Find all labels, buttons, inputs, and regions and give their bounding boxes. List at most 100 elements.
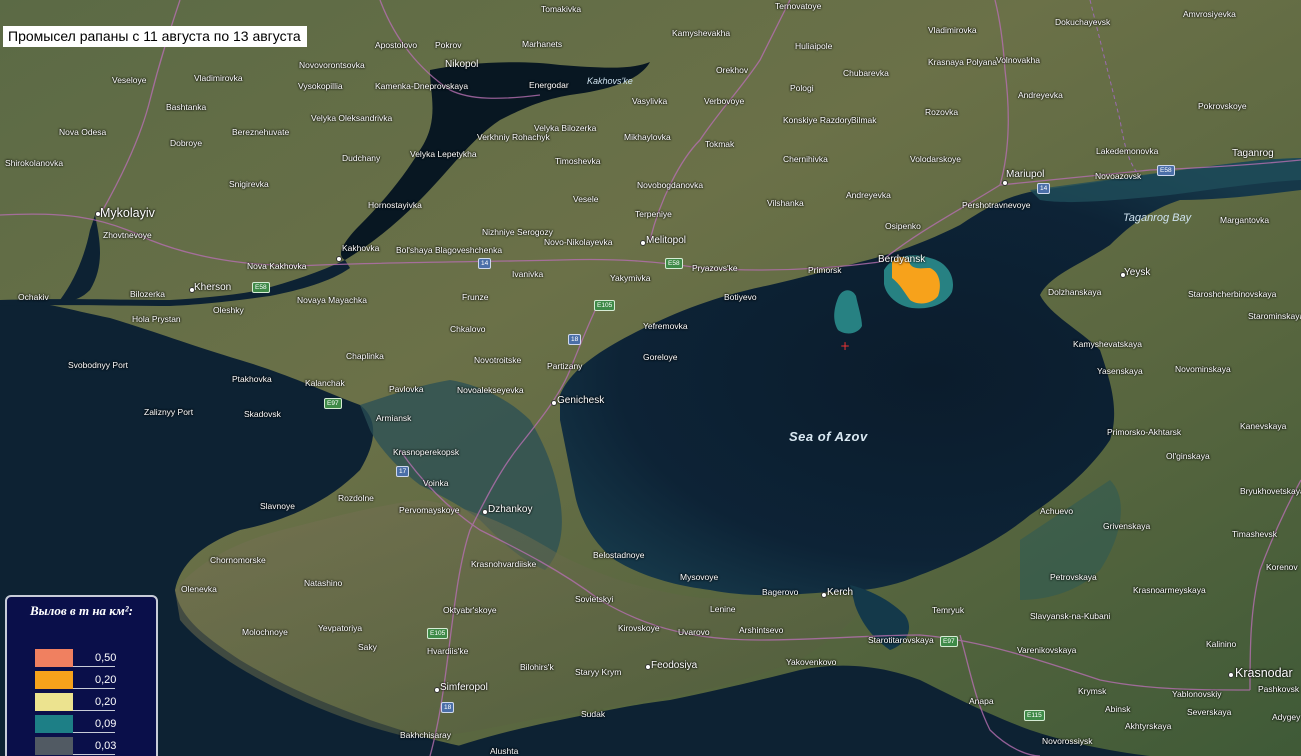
label-slavnoye[interactable]: Slavnoye (260, 502, 295, 511)
label-bryukhovetskaya[interactable]: Bryukhovetskaya (1240, 487, 1301, 496)
label-svobodnyy-port[interactable]: Svobodnyy Port (68, 361, 128, 370)
label-krasnoarmeyskaya[interactable]: Krasnoarmeyskaya (1133, 586, 1206, 595)
label-primorsk[interactable]: Primorsk (808, 266, 842, 275)
label-margantovka[interactable]: Margantovka (1220, 216, 1269, 225)
label-polohy[interactable]: Pologi (790, 84, 814, 93)
label-pryazovske[interactable]: Pryazovs'ke (692, 264, 738, 273)
label-bilozerka[interactable]: Bilozerka (130, 290, 165, 299)
label-osipenko[interactable]: Osipenko (885, 222, 921, 231)
label-pershotravnevoye[interactable]: Pershotravnevoye (962, 201, 1031, 210)
label-bagerovo[interactable]: Bagerovo (762, 588, 798, 597)
label-kamyshevatskaya[interactable]: Kamyshevatskaya (1073, 340, 1142, 349)
label-temryuk[interactable]: Temryuk (932, 606, 964, 615)
label-oktyabrskoye[interactable]: Oktyabr'skoye (443, 606, 497, 615)
label-kanevskaya[interactable]: Kanevskaya (1240, 422, 1286, 431)
label-verkhniy-rohachyk[interactable]: Verkhniy Rohachyk (477, 133, 550, 142)
label-lakedemonovka[interactable]: Lakedemonovka (1096, 147, 1158, 156)
label-vasylivka[interactable]: Vasylivka (632, 97, 667, 106)
label-novotroitske[interactable]: Novotroitske (474, 356, 521, 365)
label-hola-prystan[interactable]: Hola Prystan (132, 315, 181, 324)
label-staroshcherbinovskaya[interactable]: Staroshcherbinovskaya (1188, 290, 1276, 299)
label-konskiye-razdory[interactable]: Konskiye Razdory (783, 116, 852, 125)
label-snigirevka[interactable]: Snigirevka (229, 180, 269, 189)
label-volnovakha[interactable]: Volnovakha (996, 56, 1040, 65)
label-orekhov[interactable]: Orekhov (716, 66, 748, 75)
label-lenine[interactable]: Lenine (710, 605, 736, 614)
label-abinsk[interactable]: Abinsk (1105, 705, 1131, 714)
label-dokuchayevsk[interactable]: Dokuchayevsk (1055, 18, 1110, 27)
label-arshintsevo[interactable]: Arshintsevo (739, 626, 783, 635)
label-energodar[interactable]: Energodar (529, 81, 569, 90)
label-pokrov[interactable]: Pokrov (435, 41, 461, 50)
label-andreyevka[interactable]: Andreyevka (846, 191, 891, 200)
label-saky[interactable]: Saky (358, 643, 377, 652)
label-yakymivka[interactable]: Yakymivka (610, 274, 650, 283)
label-stary-krym[interactable]: Staryy Krym (575, 668, 621, 677)
label-timashevsk[interactable]: Timashevsk (1232, 530, 1277, 539)
label-yasenskaya[interactable]: Yasenskaya (1097, 367, 1143, 376)
label-alushta[interactable]: Alushta (490, 747, 518, 756)
label-vysokopillia[interactable]: Vysokopillia (298, 82, 343, 91)
label-mysovoye[interactable]: Mysovoye (680, 573, 718, 582)
label-adygey[interactable]: Adygey (1272, 713, 1300, 722)
label-novoazovsk[interactable]: Novoazovsk (1095, 172, 1141, 181)
label-vladimirovka[interactable]: Vladimirovka (194, 74, 243, 83)
label-yevpatoriya[interactable]: Yevpatoriya (318, 624, 362, 633)
label-natashino[interactable]: Natashino (304, 579, 342, 588)
label-vilshanka[interactable]: Vilshanka (767, 199, 804, 208)
label-pervomayskoye[interactable]: Pervomayskoye (399, 506, 459, 515)
label-marhanets[interactable]: Marhanets (522, 40, 562, 49)
label-achuevo[interactable]: Achuevo (1040, 507, 1073, 516)
label-terpeniye[interactable]: Terpeniye (635, 210, 672, 219)
label-melitopol[interactable]: Melitopol (646, 236, 686, 246)
label-dzhankoy[interactable]: Dzhankoy (488, 505, 532, 515)
label-yefremovka[interactable]: Yefremovka (643, 322, 688, 331)
label-varenikovskaya[interactable]: Varenikovskaya (1017, 646, 1076, 655)
label-hornostayivka[interactable]: Hornostayivka (368, 201, 422, 210)
label-sudak[interactable]: Sudak (581, 710, 605, 719)
label-chornomorske[interactable]: Chornomorske (210, 556, 266, 565)
label-novoalekseyevka[interactable]: Novoalekseyevka (457, 386, 524, 395)
label-bilohirsk[interactable]: Bilohirs'k (520, 663, 554, 672)
label-novominskaya[interactable]: Novominskaya (1175, 365, 1231, 374)
label-molochnoye[interactable]: Molochnoye (242, 628, 288, 637)
label-ptakhovka[interactable]: Ptakhovka (232, 375, 272, 384)
label-krasnoperekopsk[interactable]: Krasnoperekopsk (393, 448, 459, 457)
label-uvarovo[interactable]: Uvarovo (678, 628, 710, 637)
label-mariupol[interactable]: Mariupol (1006, 170, 1044, 180)
label-frunze[interactable]: Frunze (462, 293, 488, 302)
label-krasnodar[interactable]: Krasnodar (1235, 667, 1293, 680)
label-apostolovo[interactable]: Apostolovo (375, 41, 417, 50)
label-velyka-oleksandrivka[interactable]: Velyka Oleksandrivka (311, 114, 392, 123)
label-starominskaya[interactable]: Starominskaya (1248, 312, 1301, 321)
label-vladimirovka-east[interactable]: Vladimirovka (928, 26, 977, 35)
label-bashtanka[interactable]: Bashtanka (166, 103, 206, 112)
label-ternovatoye[interactable]: Ternovatoye (775, 2, 821, 11)
label-berdyansk[interactable]: Berdyansk (878, 255, 925, 265)
label-goreloye[interactable]: Goreloye (643, 353, 678, 362)
label-ivanivka[interactable]: Ivanivka (512, 270, 543, 279)
label-chubarevka[interactable]: Chubarevka (843, 69, 889, 78)
label-volodarskoye[interactable]: Volodarskoye (910, 155, 961, 164)
label-bereznehuvate[interactable]: Bereznehuvate (232, 128, 289, 137)
label-verbovoye[interactable]: Verbovoye (704, 97, 744, 106)
label-primorsko-akhtarsk[interactable]: Primorsko-Akhtarsk (1107, 428, 1181, 437)
label-yablonovskiy[interactable]: Yablonovskiy (1172, 690, 1221, 699)
label-dobroye[interactable]: Dobroye (170, 139, 202, 148)
label-bakhchisaray[interactable]: Bakhchisaray (400, 731, 451, 740)
label-olginskaya[interactable]: Ol'ginskaya (1166, 452, 1210, 461)
map-view[interactable]: + Промысел рапаны с 11 августа по 13 авг… (0, 0, 1301, 756)
label-krymsk[interactable]: Krymsk (1078, 687, 1106, 696)
label-bolshaya-blagoveshchenka[interactable]: Bol'shaya Blagoveshchenka (396, 246, 502, 255)
label-novobogdanovka[interactable]: Novobogdanovka (637, 181, 703, 190)
label-zhovtnevoye[interactable]: Zhovtnevoye (103, 231, 152, 240)
label-yakovenkovo[interactable]: Yakovenkovo (786, 658, 836, 667)
label-novaya-mayachka[interactable]: Novaya Mayachka (297, 296, 367, 305)
label-severskaya[interactable]: Severskaya (1187, 708, 1231, 717)
label-genichesk[interactable]: Genichesk (557, 396, 604, 406)
label-petrovskaya[interactable]: Petrovskaya (1050, 573, 1097, 582)
label-chaplinka[interactable]: Chaplinka (346, 352, 384, 361)
label-taganrog[interactable]: Taganrog (1232, 149, 1274, 159)
label-dolzhanskaya[interactable]: Dolzhanskaya (1048, 288, 1101, 297)
label-simferopol[interactable]: Simferopol (440, 683, 488, 693)
